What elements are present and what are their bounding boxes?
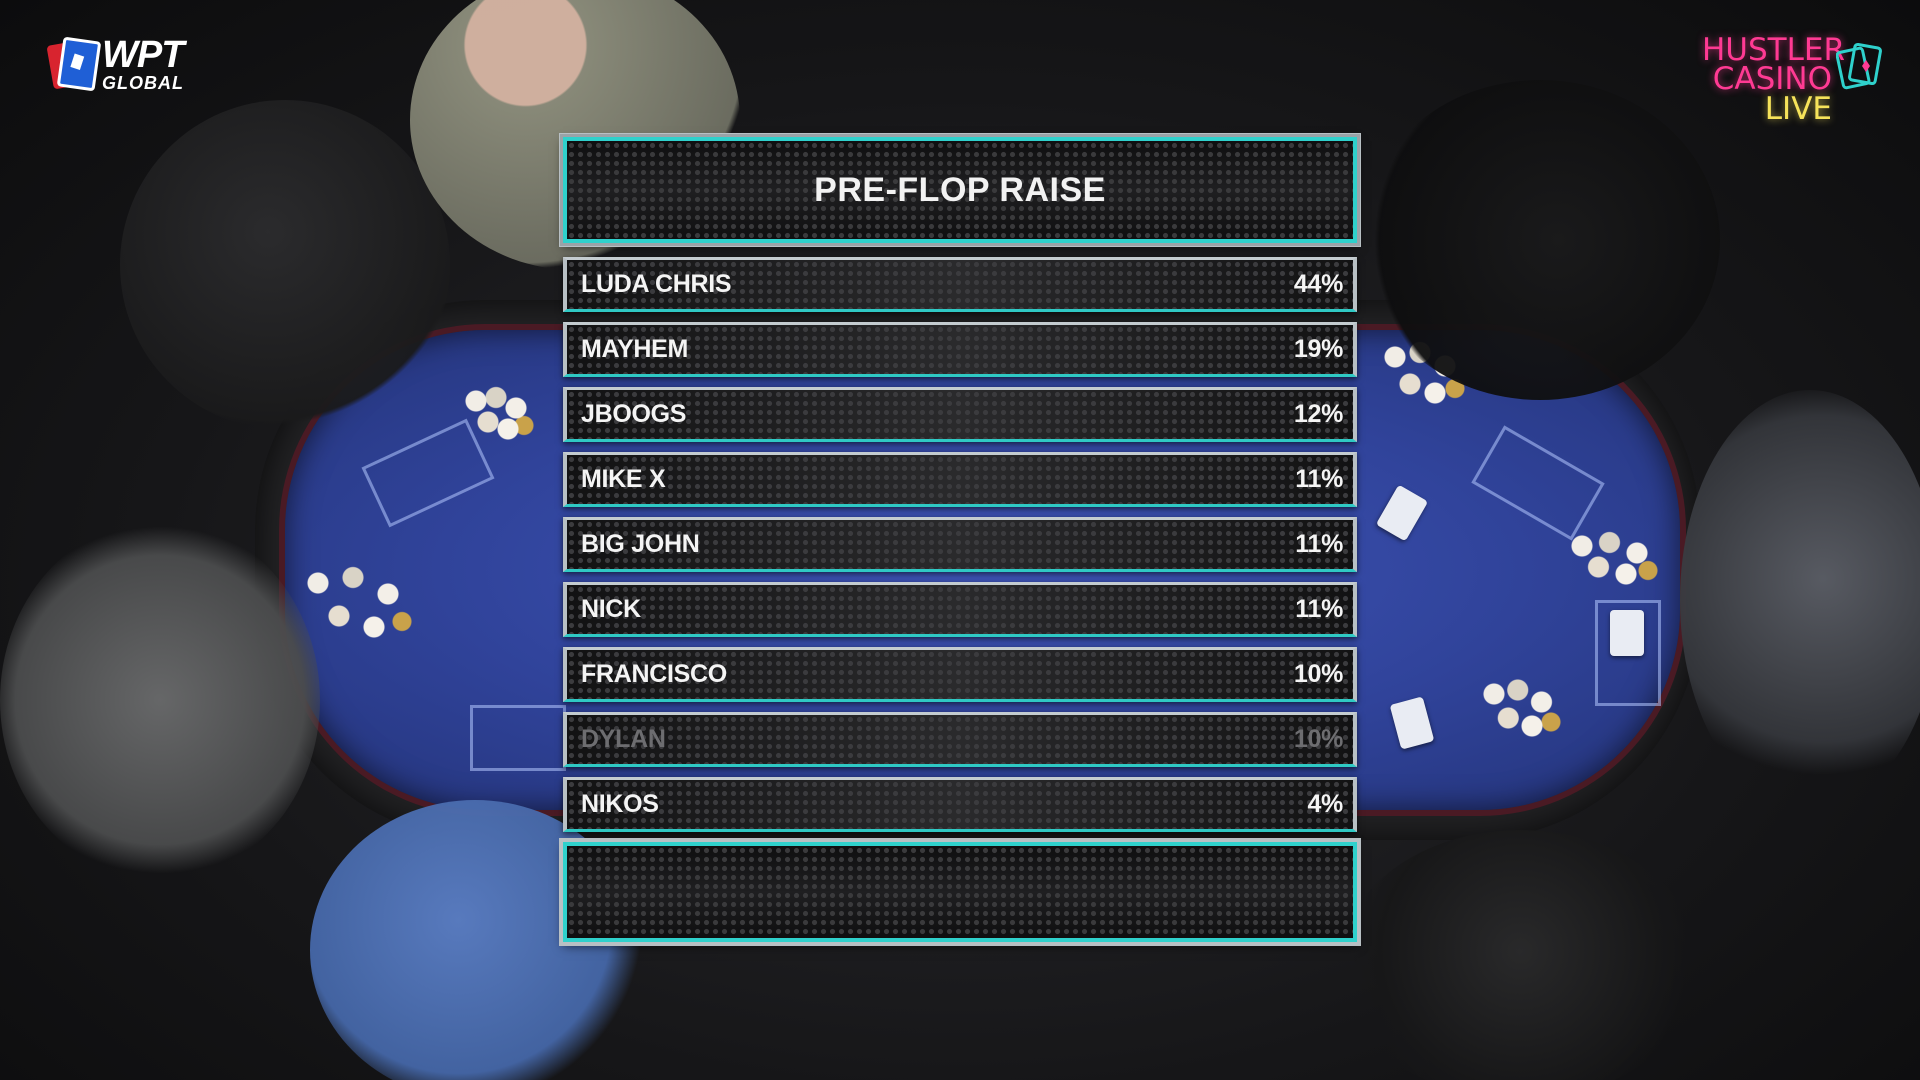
hustler-casino-live-logo: HUSTLER CASINO LIVE: [1702, 34, 1882, 136]
chip-stack: [1560, 525, 1670, 595]
cards-icon: [1836, 42, 1882, 90]
player-name: JBOOGS: [581, 400, 687, 428]
raise-percentage: 11%: [1295, 530, 1343, 558]
leaderboard-row: FRANCISCO 10%: [563, 647, 1357, 702]
leaderboard-row: JBOOGS 12%: [563, 387, 1357, 442]
player-name: NIKOS: [581, 790, 659, 818]
player-figure: [120, 100, 450, 430]
wpt-logo-word: WPT: [102, 34, 184, 76]
stats-leaderboard-panel: PRE-FLOP RAISE LUDA CHRIS 44% MAYHEM 19% JBO…: [560, 134, 1360, 942]
leaderboard-rows: LUDA CHRIS 44% MAYHEM 19% JBOOGS 12% MIKE X 11%…: [563, 257, 1357, 832]
stream-frame: WPT GLOBAL HUSTLER CASINO LIVE PRE-FLOP …: [0, 0, 1920, 1080]
player-figure: [1360, 80, 1720, 400]
leaderboard-row: MAYHEM 19%: [563, 322, 1357, 377]
wpt-logo-sub: GLOBAL: [102, 73, 184, 93]
seat-marker: [470, 705, 566, 771]
player-name: MAYHEM: [581, 335, 689, 363]
leaderboard-row: LUDA CHRIS 44%: [563, 257, 1357, 312]
raise-percentage: 12%: [1293, 400, 1343, 428]
player-name: DYLAN: [581, 725, 666, 753]
leaderboard-title: PRE-FLOP RAISE: [814, 170, 1106, 209]
raise-percentage: 19%: [1293, 335, 1343, 363]
player-name: BIG JOHN: [581, 530, 700, 558]
raise-percentage: 10%: [1293, 660, 1343, 688]
raise-percentage: 10%: [1293, 725, 1343, 753]
leaderboard-row: MIKE X 11%: [563, 452, 1357, 507]
player-name: MIKE X: [581, 465, 666, 493]
raise-percentage: 11%: [1295, 595, 1343, 623]
leaderboard-header: PRE-FLOP RAISE: [560, 134, 1360, 246]
wpt-global-logo: WPT GLOBAL: [46, 34, 184, 93]
chip-stack: [1475, 670, 1570, 750]
player-figure: [1340, 830, 1700, 1080]
raise-percentage: 44%: [1293, 270, 1343, 298]
leaderboard-row: NICK 11%: [563, 582, 1357, 637]
leaderboard-row: NIKOS 4%: [563, 777, 1357, 832]
leaderboard-row: BIG JOHN 11%: [563, 517, 1357, 572]
player-figure: [0, 520, 320, 880]
player-name: NICK: [581, 595, 641, 623]
wpt-cards-icon: [46, 36, 102, 92]
leaderboard-row: DYLAN 10%: [563, 712, 1357, 767]
chip-stack: [460, 380, 540, 450]
player-figure: [1680, 390, 1920, 810]
player-name: FRANCISCO: [581, 660, 727, 688]
player-name: LUDA CHRIS: [581, 270, 732, 298]
raise-percentage: 4%: [1307, 790, 1343, 818]
playing-card: [1610, 610, 1644, 656]
leaderboard-footer: [563, 842, 1357, 942]
raise-percentage: 11%: [1295, 465, 1343, 493]
hustler-logo-line3: LIVE: [1764, 90, 1832, 127]
